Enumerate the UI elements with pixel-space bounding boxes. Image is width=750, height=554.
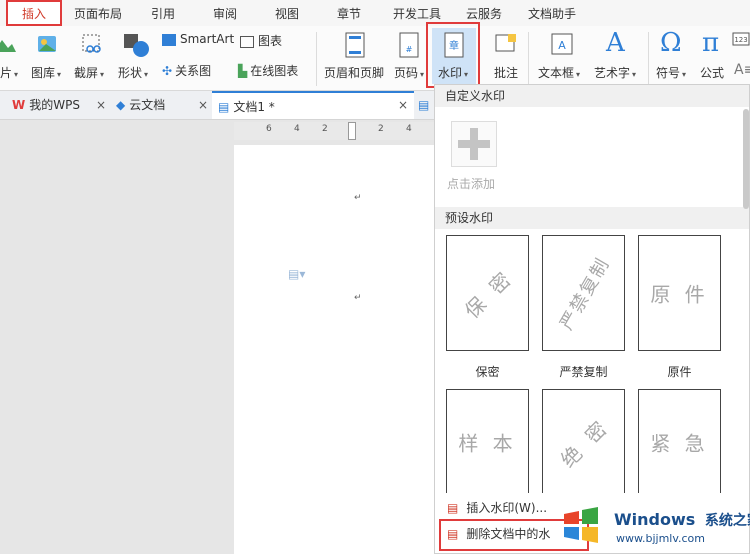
windows-logo-icon: [564, 507, 598, 543]
relation-graph-icon: ✣: [162, 64, 173, 78]
cube-icon: ◆: [116, 98, 126, 112]
chart-icon: [240, 35, 254, 48]
windows-brand-text: Windows: [614, 510, 696, 529]
watermark-preview-text: 紧 急: [650, 431, 709, 456]
watermark-card-urgent[interactable]: 紧 急: [638, 389, 721, 495]
close-icon[interactable]: ×: [96, 91, 106, 119]
picture-icon: [0, 34, 16, 57]
formula-button[interactable]: 公式: [700, 64, 724, 81]
wordart-button[interactable]: 艺术字 ▾: [594, 64, 636, 81]
ribbon-divider: [316, 32, 317, 86]
paragraph-mark-icon: ↵: [354, 293, 362, 303]
tab-references[interactable]: 引用: [140, 0, 186, 26]
svg-text:#: #: [406, 45, 413, 54]
system-logo-watermark: Windows 系统之家 www.bjjmlv.com: [558, 498, 750, 554]
watermark-preview-text: 严禁复制: [555, 253, 614, 334]
site-url-text: www.bjjmlv.com: [616, 532, 705, 545]
tab-review[interactable]: 审阅: [202, 0, 248, 26]
textbox-icon: A: [550, 32, 574, 59]
online-chart-icon: ▙: [238, 64, 248, 78]
ruler-number: 2: [322, 124, 328, 134]
ribbon-divider: [648, 32, 649, 86]
header-footer-button[interactable]: 页眉和页脚: [324, 64, 384, 81]
insert-watermark-item[interactable]: ▤ 插入水印(W)...: [447, 497, 547, 519]
online-chart-button[interactable]: ▙ 在线图表: [238, 62, 298, 79]
paste-options-icon[interactable]: ▤▾: [288, 267, 305, 281]
wps-logo-icon: W: [12, 98, 26, 112]
horizontal-ruler[interactable]: 6 4 2 2 4: [234, 122, 434, 140]
ruler-number: 6: [266, 124, 272, 134]
watermark-dropdown: 自定义水印 点击添加 预设水印 保 密 保密 严禁复制 严禁复制 原 件 原件 …: [434, 84, 750, 554]
page-number-icon: #: [398, 32, 420, 61]
watermark-card-label: 保密: [475, 365, 500, 379]
watermark-card-label: 原件: [667, 365, 692, 379]
relation-graph-button[interactable]: ✣ 关系图: [162, 62, 211, 79]
chart-button[interactable]: 图表: [240, 32, 282, 49]
tab-page-layout[interactable]: 页面布局: [66, 0, 130, 26]
shapes-button[interactable]: 形状 ▾: [118, 64, 148, 81]
preset-watermark-header: 预设水印: [435, 207, 749, 229]
shapes-icon: [122, 32, 150, 61]
svg-text:A: A: [558, 39, 566, 52]
comment-icon: [494, 32, 518, 61]
page-number-button[interactable]: 页码 ▾: [394, 64, 424, 81]
screenshot-button[interactable]: 截屏 ▾: [74, 64, 104, 81]
watermark-card-confidential[interactable]: 保 密: [446, 235, 529, 351]
ribbon-panel: 片 ▾ 图库 ▾ 截屏 ▾ 形状 ▾ SmartArt ✣ 关系图 图表 ▙ 在线图表 页眉…: [0, 22, 750, 91]
watermark-highlight-box: [426, 22, 480, 88]
ruler-number: 2: [378, 124, 384, 134]
header-footer-icon: [344, 32, 366, 61]
gallery-icon: [36, 32, 60, 59]
close-icon[interactable]: ×: [198, 91, 208, 119]
watermark-card-sample[interactable]: 样 本: [446, 389, 529, 495]
close-icon[interactable]: ×: [398, 91, 408, 119]
indent-marker[interactable]: [348, 122, 356, 140]
tab-my-wps[interactable]: W 我的WPS: [12, 91, 108, 119]
add-watermark-label: 点击添加: [447, 177, 496, 191]
textbox-button[interactable]: 文本框 ▾: [538, 64, 580, 81]
tab-view[interactable]: 视图: [264, 0, 310, 26]
document-icon[interactable]: ▤: [418, 91, 432, 119]
pi-icon: π: [702, 28, 720, 58]
tab-insert[interactable]: 插入: [6, 0, 62, 26]
number-icon[interactable]: 123: [732, 32, 750, 49]
omega-icon: Ω: [660, 28, 682, 58]
watermark-preview-text: 样 本: [458, 431, 517, 456]
gallery-button[interactable]: 图库 ▾: [31, 64, 61, 81]
add-watermark-button[interactable]: [451, 121, 497, 167]
brand-cn-text: 系统之家: [704, 513, 750, 529]
document-icon: ▤: [218, 100, 230, 114]
screenshot-icon: [80, 32, 106, 59]
tab-doc-assistant[interactable]: 文档助手: [520, 0, 584, 26]
ribbon-tab-bar: 插入 页面布局 引用 审阅 视图 章节 开发工具 云服务 文档助手: [0, 0, 750, 26]
ruler-number: 4: [406, 124, 412, 134]
ribbon-divider: [528, 32, 529, 86]
watermark-card-original[interactable]: 原 件: [638, 235, 721, 351]
smartart-icon: [162, 33, 176, 46]
watermark-card-no-copy[interactable]: 严禁复制: [542, 235, 625, 351]
scrollbar-thumb[interactable]: [743, 109, 749, 209]
tab-cloud-docs[interactable]: ◆ 云文档: [116, 91, 206, 119]
watermark-preview-text: 保 密: [459, 264, 518, 324]
tab-chapter[interactable]: 章节: [326, 0, 372, 26]
symbol-button[interactable]: 符号 ▾: [656, 64, 686, 81]
paragraph-mark-icon: ↵: [354, 193, 362, 203]
watermark-preview-text: 原 件: [650, 282, 709, 307]
wordart-icon: A: [606, 28, 625, 58]
document-page[interactable]: ↵ ▤▾ ↵: [234, 145, 434, 554]
ruler-number: 4: [294, 124, 300, 134]
tab-document-1[interactable]: ▤ 文档1 *: [212, 91, 414, 119]
watermark-card-label: 严禁复制: [559, 365, 608, 379]
watermark-card-top-secret[interactable]: 绝 密: [542, 389, 625, 495]
plus-icon: [458, 128, 490, 160]
more-icon[interactable]: A≡: [734, 62, 750, 78]
insert-watermark-icon: ▤: [447, 501, 459, 515]
watermark-preview-text: 绝 密: [555, 413, 614, 473]
custom-watermark-header: 自定义水印: [435, 85, 749, 107]
smartart-button[interactable]: SmartArt: [162, 32, 234, 46]
svg-text:123: 123: [734, 36, 747, 44]
comment-button[interactable]: 批注: [494, 64, 518, 81]
picture-button[interactable]: 片 ▾: [0, 64, 18, 81]
